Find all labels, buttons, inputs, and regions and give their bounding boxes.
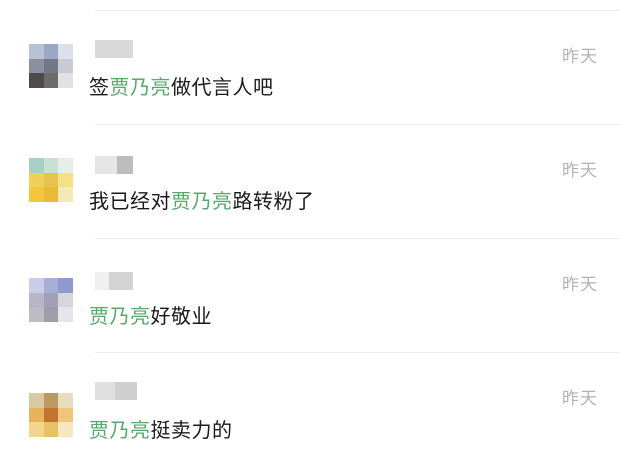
avatar-pixel xyxy=(29,158,44,173)
timestamp: 昨天 xyxy=(562,275,598,295)
avatar-pixel xyxy=(29,422,44,437)
divider xyxy=(95,124,620,125)
avatar-pixel xyxy=(43,407,59,423)
avatar-pixel xyxy=(29,407,44,423)
avatar-pixel xyxy=(58,422,73,437)
divider xyxy=(95,352,620,353)
timestamp: 昨天 xyxy=(562,389,598,409)
avatar-pixel xyxy=(58,158,73,173)
avatar-pixel xyxy=(43,187,59,202)
avatar-pixel xyxy=(29,292,44,308)
avatar-pixel xyxy=(58,407,73,423)
comment-text-after: 路转粉了 xyxy=(232,189,315,213)
avatar-pixel xyxy=(29,172,44,188)
avatar-pixel xyxy=(43,393,59,408)
avatar-pixel xyxy=(58,278,73,293)
avatar-pixel xyxy=(43,292,59,308)
avatar-pixel xyxy=(43,422,59,437)
divider xyxy=(95,238,620,239)
avatar[interactable] xyxy=(29,393,73,437)
avatar-pixel xyxy=(43,172,59,188)
comment-text: 我已经对贾乃亮路转粉了 xyxy=(89,185,315,214)
avatar-pixel xyxy=(43,307,59,322)
avatar-pixel xyxy=(58,172,73,188)
avatar-pixel xyxy=(58,292,73,308)
mention-link[interactable]: 贾乃亮 xyxy=(89,418,151,442)
comment-text: 贾乃亮挺卖力的 xyxy=(89,414,233,443)
avatar[interactable] xyxy=(29,158,73,202)
comment-text: 贾乃亮好敬业 xyxy=(89,300,212,329)
avatar-pixel xyxy=(58,393,73,408)
avatar-pixel xyxy=(58,187,73,202)
avatar-pixel xyxy=(43,278,59,293)
username[interactable] xyxy=(95,156,133,174)
avatar[interactable] xyxy=(29,278,73,322)
mention-link[interactable]: 贾乃亮 xyxy=(171,189,233,213)
avatar-pixel xyxy=(58,307,73,322)
comment-item[interactable]: 昨天 贾乃亮挺卖力的 xyxy=(0,0,620,442)
mention-link[interactable]: 贾乃亮 xyxy=(89,304,151,328)
avatar-pixel xyxy=(29,278,44,293)
comment-text-after: 好敬业 xyxy=(150,304,212,328)
timestamp: 昨天 xyxy=(562,161,598,181)
avatar-pixel xyxy=(29,307,44,322)
avatar-pixel xyxy=(29,187,44,202)
comment-text-after: 挺卖力的 xyxy=(150,418,233,442)
avatar-pixel xyxy=(43,158,59,173)
username[interactable] xyxy=(95,382,137,400)
comment-text-before: 我已经对 xyxy=(89,189,171,213)
avatar-pixel xyxy=(29,393,44,408)
username[interactable] xyxy=(95,272,133,290)
